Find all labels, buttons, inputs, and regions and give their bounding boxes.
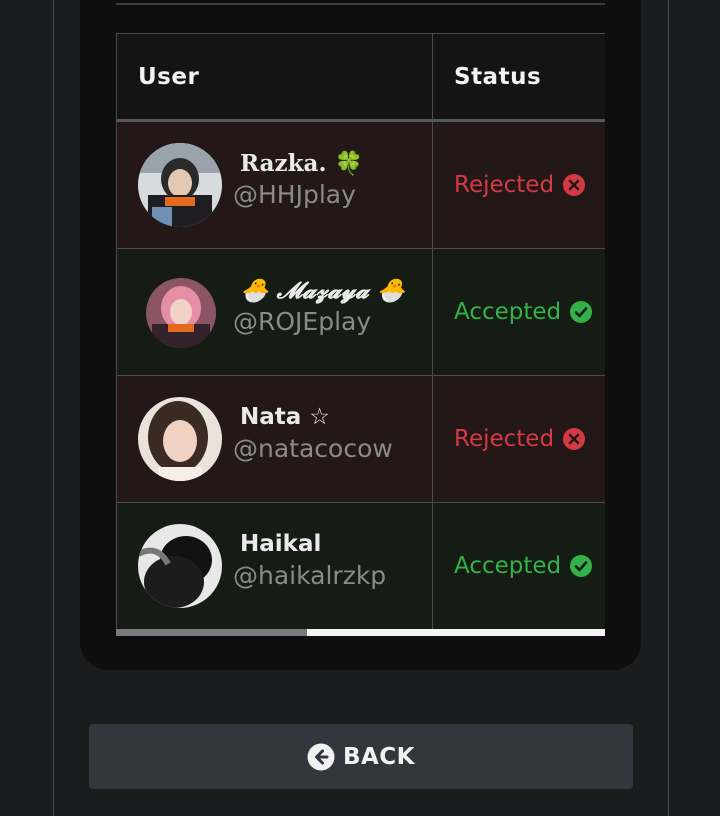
status-cell: Accepted [432,248,605,376]
user-name: Razka. 🍀 [240,150,364,177]
user-cell: Haikal @haikalrzkp [116,502,433,630]
status-badge: Rejected [433,426,605,452]
table-row[interactable]: Nata ☆ @natacocow Rejected [116,375,605,503]
requests-table: User Status Razka. 🍀 @HHJplay Rejected 🐣… [116,33,605,630]
status-badge: Rejected [433,172,605,198]
avatar[interactable] [138,397,222,481]
user-name: Nata ☆ [240,404,330,430]
user-handle[interactable]: @haikalrzkp [233,561,386,590]
user-handle[interactable]: @natacocow [233,434,393,463]
arrow-circle-left-icon [307,743,335,770]
user-name: Haikal [240,531,322,557]
status-label: Rejected [454,426,555,452]
table-header-row: User Status [116,33,605,122]
back-button-label: BACK [342,743,416,770]
status-cell: Accepted [432,502,605,630]
rejected-icon [563,428,586,450]
status-cell: Rejected [432,120,605,249]
status-label: Accepted [454,299,562,325]
user-cell: Razka. 🍀 @HHJplay [116,120,433,249]
status-cell: Rejected [432,375,605,503]
column-header-user[interactable]: User [116,33,433,122]
status-label: Rejected [454,172,555,198]
user-handle[interactable]: @HHJplay [233,180,356,209]
user-handle[interactable]: @ROJEplay [233,307,371,336]
accepted-icon [570,301,593,323]
status-badge: Accepted [433,299,605,325]
avatar[interactable] [138,524,222,608]
table-row[interactable]: Razka. 🍀 @HHJplay Rejected [116,120,605,249]
user-cell: 🐣 𝓜𝓪𝔃𝓪𝔂𝓪 🐣 @ROJEplay [116,248,433,376]
accepted-icon [570,555,593,577]
left-border-line [53,0,54,816]
column-header-status[interactable]: Status [432,33,605,122]
scrollbar-thumb[interactable] [116,629,307,636]
table-row[interactable]: Haikal @haikalrzkp Accepted [116,502,605,630]
horizontal-scrollbar[interactable] [116,629,605,636]
table-row[interactable]: 🐣 𝓜𝓪𝔃𝓪𝔂𝓪 🐣 @ROJEplay Accepted [116,248,605,376]
back-button[interactable]: BACK [89,724,633,789]
table-scroll-container[interactable]: User Status Razka. 🍀 @HHJplay Rejected 🐣… [116,33,605,636]
right-border-line [668,0,669,816]
user-name: 🐣 𝓜𝓪𝔃𝓪𝔂𝓪 🐣 [240,277,406,304]
user-cell: Nata ☆ @natacocow [116,375,433,503]
rejected-icon [563,174,586,196]
status-label: Accepted [454,553,562,579]
status-badge: Accepted [433,553,605,579]
avatar[interactable] [146,278,216,348]
divider [116,3,605,5]
avatar[interactable] [138,143,222,227]
